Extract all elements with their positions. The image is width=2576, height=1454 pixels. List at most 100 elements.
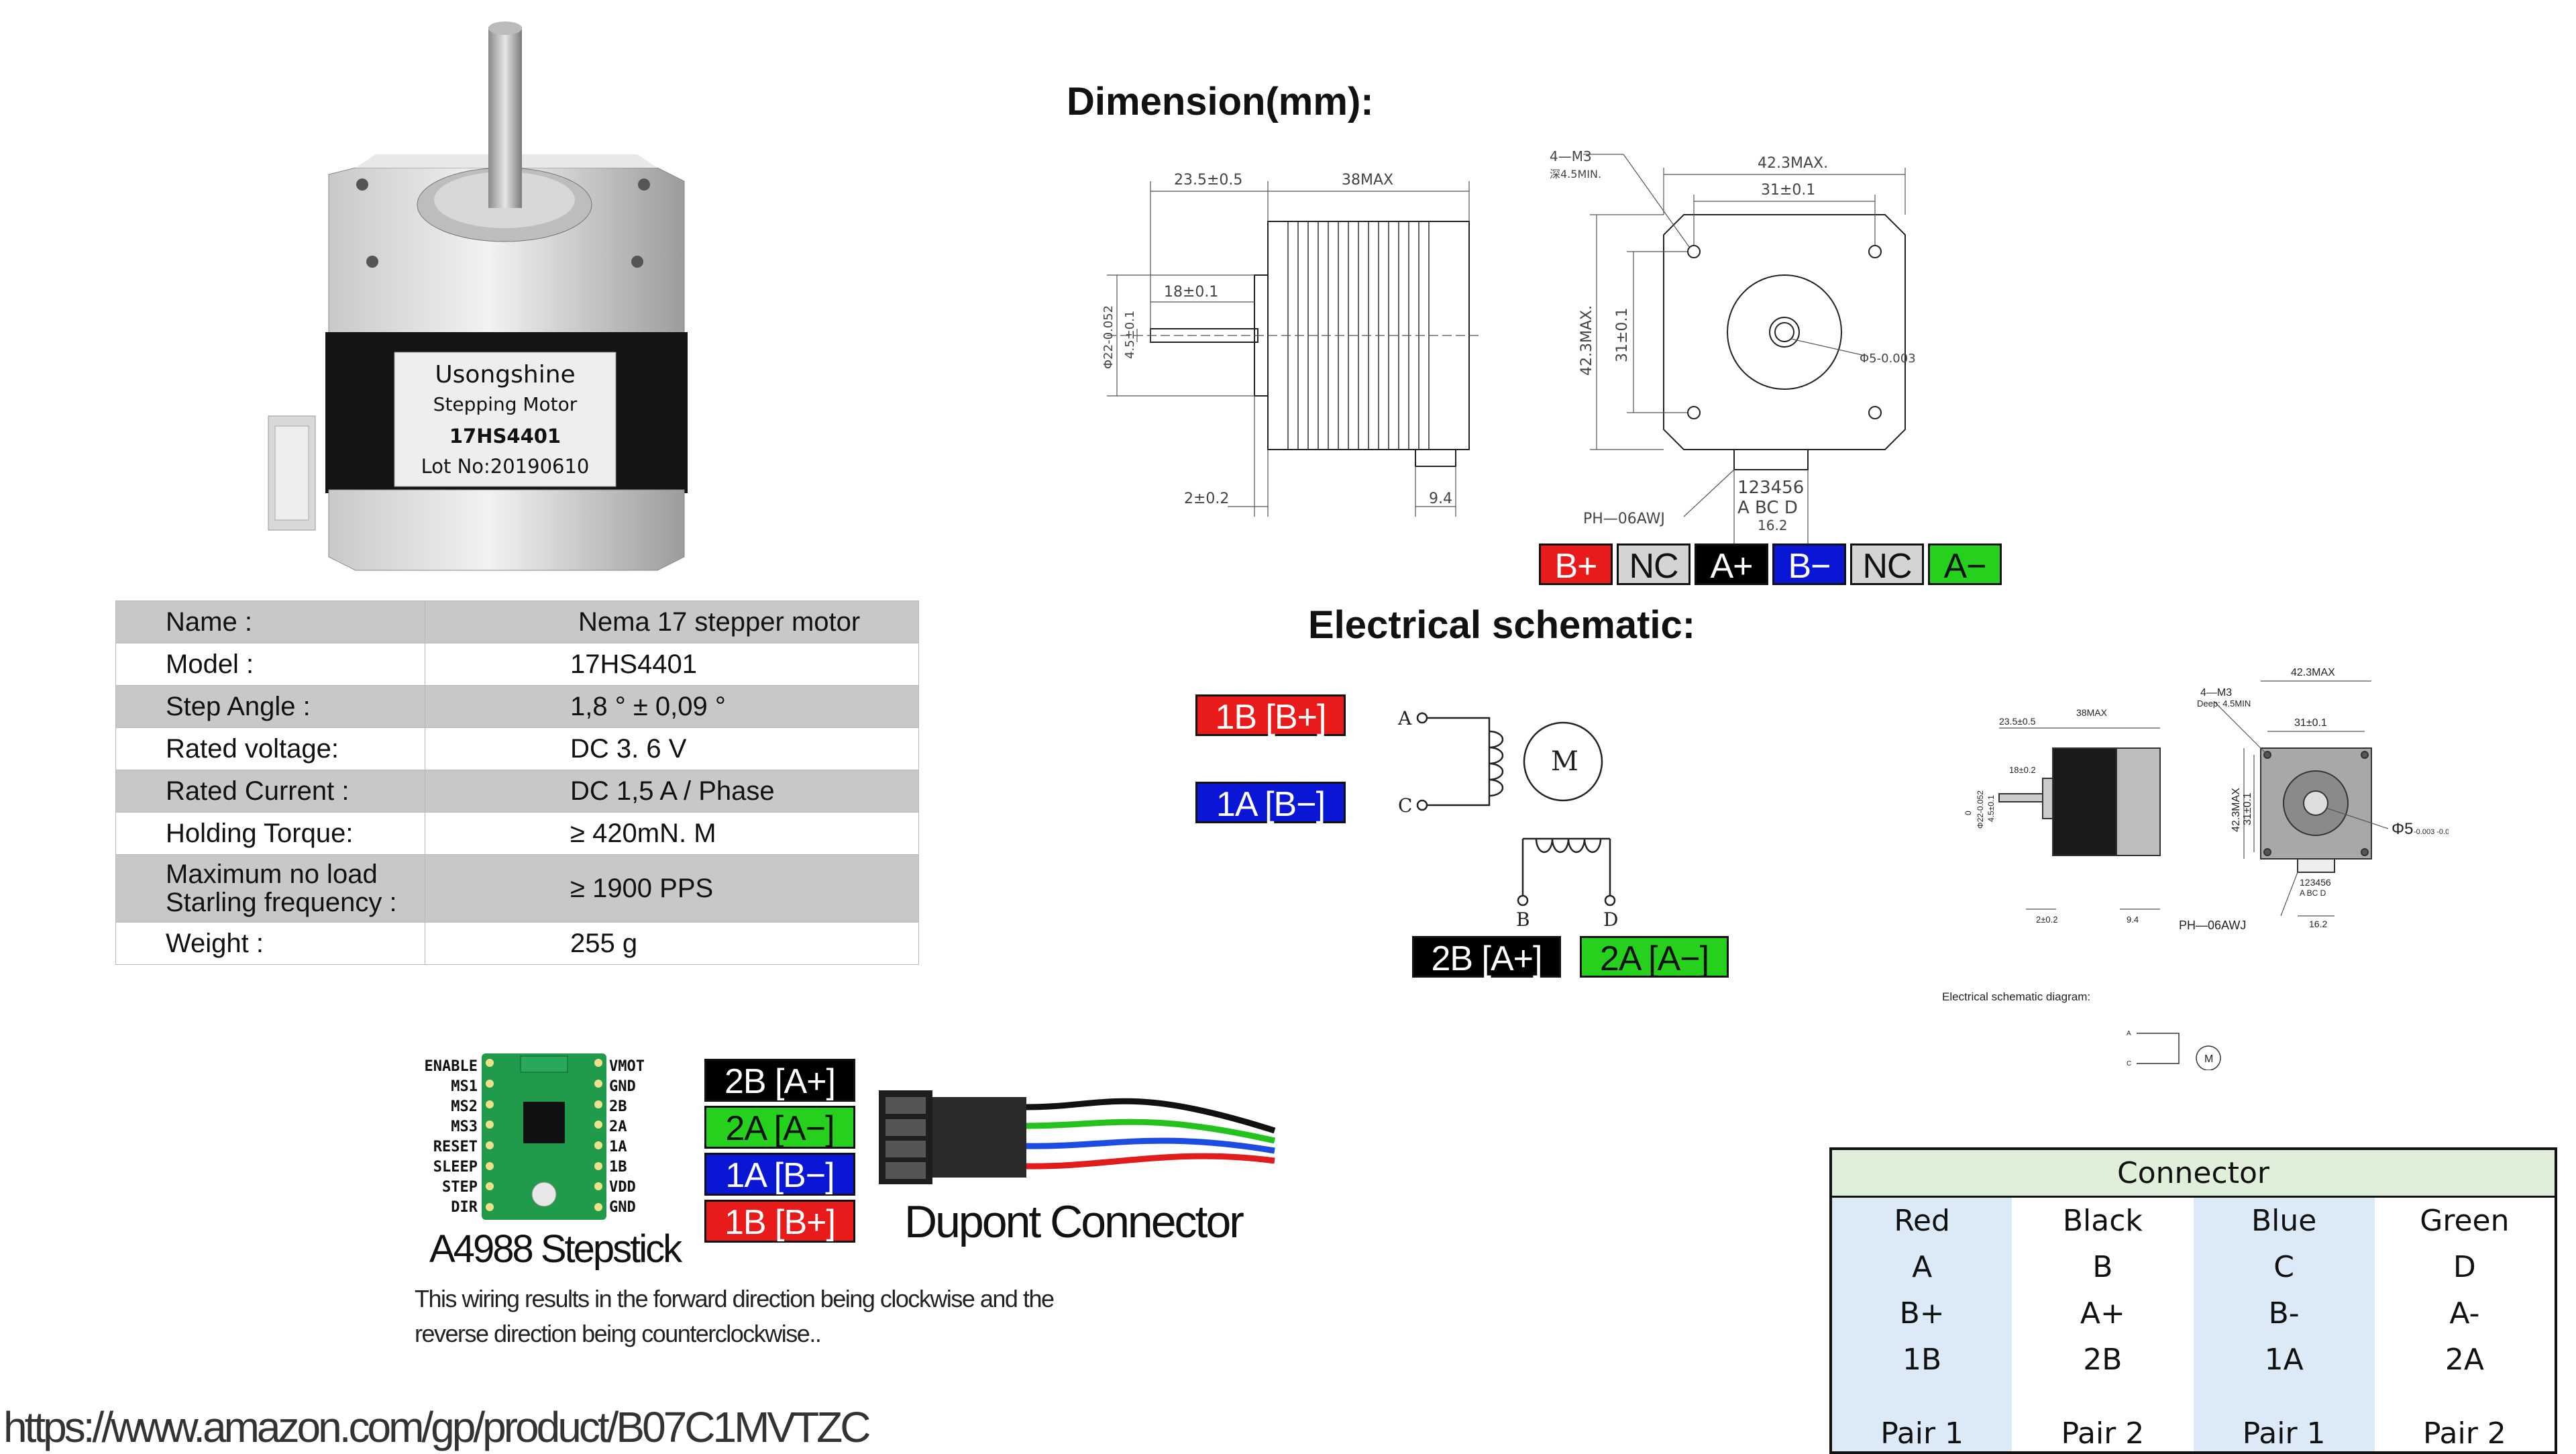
table-cell: B+ <box>1831 1290 2012 1337</box>
driver-pin-label: SLEEP <box>433 1159 478 1176</box>
driver-pin-label: VMOT <box>609 1058 645 1075</box>
driver-pin-label: GND <box>609 1199 636 1216</box>
connector-pins: 123456 <box>1737 478 1804 498</box>
spec-value: DC 1,5 A / Phase <box>425 770 919 813</box>
dim-23-5: 23.5±0.5 <box>1174 172 1242 189</box>
spec-row: Rated Current : DC 1,5 A / Phase <box>115 770 919 813</box>
dimension-heading: Dimension(mm): <box>1067 80 1374 123</box>
small-m3: 4—M3 <box>2200 687 2232 698</box>
small-a: A <box>2127 1030 2131 1037</box>
wire-tag-1a: 1A [B−] <box>704 1153 855 1196</box>
connector-table: Connector Red Black Blue Green ABCD B+ A+ B- A… <box>1829 1147 2557 1454</box>
driver-pin-label: 1A <box>609 1139 627 1155</box>
table-cell: 1B <box>1831 1337 2012 1383</box>
table-cell: Blue <box>2193 1196 2375 1244</box>
small-tol: -0.003 -0.008 <box>2414 828 2449 836</box>
table-row: Pair 1 Pair 2 Pair 1 Pair 2 <box>1831 1383 2556 1453</box>
small-zero: 0 <box>1964 811 1973 815</box>
table-cell: D <box>2453 1250 2476 1284</box>
table-cell: 2B <box>2083 1343 2123 1377</box>
small-abcd: A BC D <box>2300 888 2326 898</box>
table-cell: Pair 1 <box>2193 1383 2375 1453</box>
dim-38: 38MAX <box>1342 172 1393 189</box>
motor-lot: Lot No:20190610 <box>421 455 590 478</box>
dim-42-3: 42.3MAX. <box>1758 155 1828 172</box>
table-cell: Pair 2 <box>2061 1416 2145 1451</box>
driver-title: A4988 Stepstick <box>429 1227 682 1271</box>
table-cell: A <box>1831 1244 2012 1290</box>
electrical-heading: Electrical schematic: <box>1308 603 1696 647</box>
schematic-tag-2a: 2A [A−] <box>1580 936 1729 978</box>
connector-abcd: A BC D <box>1737 498 1798 518</box>
wire-tag-2b: 2B [A+] <box>704 1059 855 1102</box>
schematic-motor-m: M <box>1551 746 1578 777</box>
spec-name: Name : <box>115 601 425 643</box>
spec-row: Name : Nema 17 stepper motor <box>115 601 919 643</box>
small-d22: Φ22-0.052 <box>1976 790 1985 829</box>
dim-m3-deep: 深4.5MIN. <box>1550 168 1601 180</box>
spec-table: Name : Nema 17 stepper motor Model :17HS4… <box>115 601 919 965</box>
side-view-drawing: 23.5±0.5 38MAX 18±0.1 Φ22-0.052 4.5±0.1 … <box>1102 172 1483 517</box>
spec-name: Model : <box>115 643 425 686</box>
pin-tag-nc: NC <box>1617 543 1690 586</box>
product-url[interactable]: https://www.amazon.com/gp/product/B07C1M… <box>3 1402 871 1452</box>
small-deep: Deep: 4.5MIN <box>2197 698 2251 709</box>
dupont-connector <box>879 1090 1276 1184</box>
schematic-tag-1a: 1A [B−] <box>1195 782 1346 824</box>
small-ph: PH—06AWJ <box>2179 919 2246 932</box>
spec-name: Rated voltage: <box>115 727 425 770</box>
pin-tag-a-plus: A+ <box>1695 543 1768 586</box>
table-cell: Pair 2 <box>2422 1416 2506 1451</box>
spec-value: 255 g <box>425 922 919 965</box>
table-cell: A+ <box>2080 1296 2125 1331</box>
small-caption: Electrical schematic diagram: <box>1942 990 2090 1003</box>
wiring-note-line: reverse direction being counterclockwise… <box>415 1320 822 1347</box>
spec-value: 17HS4401 <box>425 643 919 686</box>
pin-tag-b-minus: B− <box>1772 543 1846 586</box>
spec-name: Step Angle : <box>115 685 425 728</box>
spec-value: DC 3. 6 V <box>425 727 919 770</box>
dim-9-4: 9.4 <box>1429 490 1452 507</box>
table-row: Red Black Blue Green <box>1831 1196 2556 1244</box>
table-row: A B C D <box>1831 1244 2556 1290</box>
dim-22: Φ22-0.052 <box>1102 305 1116 369</box>
table-cell: B <box>2092 1250 2113 1284</box>
dim-31: 31±0.1 <box>1761 182 1815 199</box>
spec-value: ≥ 1900 PPS <box>425 854 919 923</box>
dupont-title: Dupont Connector <box>904 1196 1244 1247</box>
spec-row: Model :17HS4401 <box>115 643 919 686</box>
spec-value: ≥ 420mN. M <box>425 812 919 855</box>
connector-ph: PH—06AWJ <box>1583 511 1665 527</box>
driver-pin-label: 2A <box>609 1119 627 1135</box>
pin-tag-b-plus: B+ <box>1539 543 1613 586</box>
motor-photo: Usongshine Stepping Motor 17HS4401 Lot N… <box>268 21 688 571</box>
small-5: Φ5 <box>2392 820 2414 838</box>
table-cell: Green <box>2420 1204 2510 1238</box>
dim-16-2: 16.2 <box>1758 517 1788 533</box>
wire-tag-2a: 2A [A−] <box>704 1106 855 1149</box>
connector-title: Connector <box>1831 1149 2556 1198</box>
small-16: 16.2 <box>2309 919 2327 929</box>
spec-value: 1,8 ° ± 0,09 ° <box>425 685 919 728</box>
table-cell: B- <box>2193 1290 2375 1337</box>
dim-18: 18±0.1 <box>1164 284 1218 301</box>
table-cell: C <box>2193 1244 2375 1290</box>
pin-tag-nc: NC <box>1850 543 1924 586</box>
wiring-note: This wiring results in the forward direc… <box>415 1282 1055 1351</box>
wire-tag-1b: 1B [B+] <box>704 1200 855 1243</box>
small-dimension-drawing: 4—M3 Deep: 4.5MIN 42.3MAX 31±0.1 23.5±0.… <box>1942 667 2449 1070</box>
table-cell: A- <box>2449 1296 2480 1331</box>
small-23: 23.5±0.5 <box>1999 716 2036 727</box>
table-cell: Pair 1 <box>1831 1383 2012 1453</box>
table-cell: Red <box>1831 1196 2012 1244</box>
front-view-drawing: 4—M3 深4.5MIN. 42.3MAX. 31±0.1 42.3MAX. 3… <box>1550 148 1919 543</box>
pin-tag-a-minus: A− <box>1928 543 2002 586</box>
schematic-c: C <box>1398 794 1412 817</box>
table-row: 1B 2B 1A 2A <box>1831 1337 2556 1383</box>
small-38: 38MAX <box>2076 707 2108 718</box>
schematic-tag-2b: 2B [A+] <box>1412 936 1561 978</box>
dim-4-5: 4.5±0.1 <box>1123 311 1137 359</box>
a4988-board <box>482 1053 606 1220</box>
spec-value: Nema 17 stepper motor <box>425 601 919 643</box>
driver-pin-label: RESET <box>433 1139 478 1155</box>
